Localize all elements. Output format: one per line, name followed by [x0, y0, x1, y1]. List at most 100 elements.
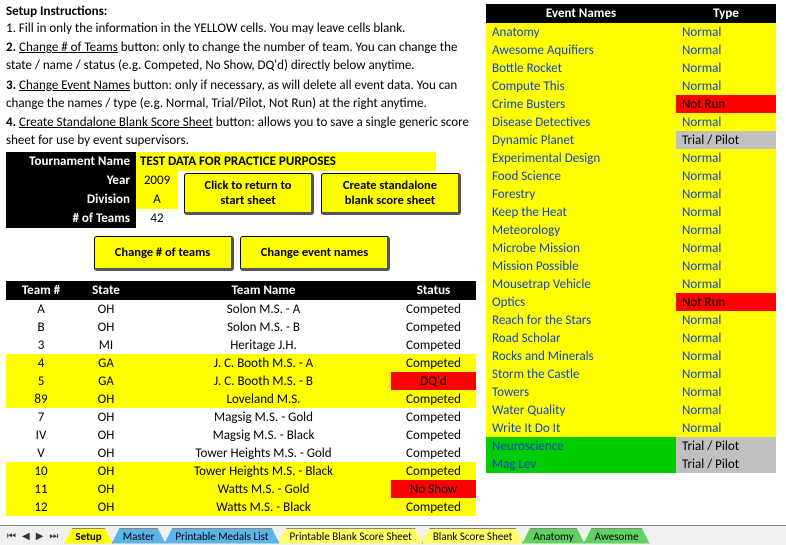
event-name-cell[interactable]: Forestry: [486, 185, 676, 203]
team-name-cell[interactable]: Solon M.S. - B: [136, 318, 391, 336]
tab-prev-icon[interactable]: ◀: [19, 529, 33, 542]
event-type-cell[interactable]: Normal: [676, 311, 776, 329]
team-name-cell[interactable]: Loveland M.S.: [136, 390, 391, 408]
change-events-button[interactable]: Change event names: [240, 236, 390, 271]
team-status-cell[interactable]: Competed: [391, 462, 476, 480]
team-state-cell[interactable]: OH: [76, 480, 136, 498]
event-row[interactable]: AnatomyNormal: [486, 23, 776, 41]
team-status-cell[interactable]: Competed: [391, 444, 476, 462]
event-name-cell[interactable]: Storm the Castle: [486, 365, 676, 383]
tab-setup[interactable]: Setup: [64, 528, 112, 544]
event-type-cell[interactable]: Normal: [676, 329, 776, 347]
team-state-cell[interactable]: OH: [76, 390, 136, 408]
tab-nav[interactable]: ⏮ ◀ ▶ ⏭: [0, 529, 65, 542]
team-state-cell[interactable]: GA: [76, 354, 136, 372]
team-row[interactable]: AOHSolon M.S. - ACompeted: [6, 300, 476, 318]
event-row[interactable]: Reach for the StarsNormal: [486, 311, 776, 329]
event-type-cell[interactable]: Trial / Pilot: [676, 455, 776, 473]
return-button[interactable]: Click to return tostart sheet: [184, 173, 314, 215]
event-type-cell[interactable]: Normal: [676, 203, 776, 221]
event-row[interactable]: ForestryNormal: [486, 185, 776, 203]
team-num-cell[interactable]: 5: [6, 372, 76, 390]
num-teams-cell[interactable]: 42: [136, 209, 178, 228]
event-type-cell[interactable]: Not Run: [676, 293, 776, 311]
event-row[interactable]: Water QualityNormal: [486, 401, 776, 419]
event-type-cell[interactable]: Normal: [676, 239, 776, 257]
team-state-cell[interactable]: OH: [76, 426, 136, 444]
event-name-cell[interactable]: Bottle Rocket: [486, 59, 676, 77]
event-name-cell[interactable]: Meteorology: [486, 221, 676, 239]
team-num-cell[interactable]: V: [6, 444, 76, 462]
team-num-cell[interactable]: 3: [6, 336, 76, 354]
team-status-cell[interactable]: Competed: [391, 354, 476, 372]
event-row[interactable]: Compute ThisNormal: [486, 77, 776, 95]
event-type-cell[interactable]: Normal: [676, 347, 776, 365]
team-state-cell[interactable]: OH: [76, 300, 136, 318]
event-type-cell[interactable]: Normal: [676, 77, 776, 95]
team-num-cell[interactable]: 10: [6, 462, 76, 480]
team-row[interactable]: 7OHMagsig M.S. - GoldCompeted: [6, 408, 476, 426]
event-row[interactable]: Rocks and MineralsNormal: [486, 347, 776, 365]
team-status-cell[interactable]: Competed: [391, 318, 476, 336]
year-cell[interactable]: 2009: [136, 171, 178, 190]
team-name-cell[interactable]: Heritage J.H.: [136, 336, 391, 354]
event-type-cell[interactable]: Normal: [676, 23, 776, 41]
team-row[interactable]: 5GAJ. C. Booth M.S. - BDQ'd: [6, 372, 476, 390]
team-state-cell[interactable]: GA: [76, 372, 136, 390]
team-name-cell[interactable]: Watts M.S. - Black: [136, 498, 391, 516]
tab-next-icon[interactable]: ▶: [33, 529, 47, 542]
team-num-cell[interactable]: 89: [6, 390, 76, 408]
event-name-cell[interactable]: Disease Detectives: [486, 113, 676, 131]
team-name-cell[interactable]: Solon M.S. - A: [136, 300, 391, 318]
team-name-cell[interactable]: Watts M.S. - Gold: [136, 480, 391, 498]
team-name-cell[interactable]: J. C. Booth M.S. - B: [136, 372, 391, 390]
event-type-cell[interactable]: Normal: [676, 275, 776, 293]
event-type-cell[interactable]: Normal: [676, 365, 776, 383]
tab-awesome[interactable]: Awesome: [584, 528, 650, 544]
team-status-cell[interactable]: DQ'd: [391, 372, 476, 390]
team-row[interactable]: 12OHWatts M.S. - BlackCompeted: [6, 498, 476, 516]
team-status-cell[interactable]: Competed: [391, 390, 476, 408]
team-state-cell[interactable]: MI: [76, 336, 136, 354]
event-row[interactable]: Food ScienceNormal: [486, 167, 776, 185]
event-row[interactable]: Mousetrap VehicleNormal: [486, 275, 776, 293]
event-row[interactable]: Storm the CastleNormal: [486, 365, 776, 383]
event-name-cell[interactable]: Experimental Design: [486, 149, 676, 167]
team-name-cell[interactable]: J. C. Booth M.S. - A: [136, 354, 391, 372]
event-name-cell[interactable]: Mousetrap Vehicle: [486, 275, 676, 293]
event-name-cell[interactable]: Road Scholar: [486, 329, 676, 347]
event-row[interactable]: Mag LevTrial / Pilot: [486, 455, 776, 473]
team-num-cell[interactable]: A: [6, 300, 76, 318]
event-type-cell[interactable]: Normal: [676, 419, 776, 437]
event-row[interactable]: Road ScholarNormal: [486, 329, 776, 347]
team-name-cell[interactable]: Tower Heights M.S. - Black: [136, 462, 391, 480]
event-row[interactable]: Mission PossibleNormal: [486, 257, 776, 275]
tournament-name-cell[interactable]: TEST DATA FOR PRACTICE PURPOSES: [136, 152, 436, 171]
tab-blank-score[interactable]: Blank Score Sheet: [422, 528, 524, 544]
tab-anatomy[interactable]: Anatomy: [522, 528, 584, 544]
event-row[interactable]: Experimental DesignNormal: [486, 149, 776, 167]
team-row[interactable]: 4GAJ. C. Booth M.S. - ACompeted: [6, 354, 476, 372]
event-row[interactable]: Keep the HeatNormal: [486, 203, 776, 221]
team-num-cell[interactable]: IV: [6, 426, 76, 444]
team-status-cell[interactable]: No Show: [391, 480, 476, 498]
change-teams-button[interactable]: Change # of teams: [94, 236, 234, 271]
event-type-cell[interactable]: Trial / Pilot: [676, 437, 776, 455]
team-state-cell[interactable]: OH: [76, 462, 136, 480]
team-name-cell[interactable]: Magsig M.S. - Gold: [136, 408, 391, 426]
team-row[interactable]: 11OHWatts M.S. - GoldNo Show: [6, 480, 476, 498]
tab-printable-blank[interactable]: Printable Blank Score Sheet: [278, 528, 422, 544]
team-num-cell[interactable]: 7: [6, 408, 76, 426]
event-type-cell[interactable]: Normal: [676, 113, 776, 131]
team-row[interactable]: 3MIHeritage J.H.Competed: [6, 336, 476, 354]
event-type-cell[interactable]: Trial / Pilot: [676, 131, 776, 149]
event-name-cell[interactable]: Reach for the Stars: [486, 311, 676, 329]
event-name-cell[interactable]: Mag Lev: [486, 455, 676, 473]
event-type-cell[interactable]: Normal: [676, 401, 776, 419]
tab-master[interactable]: Master: [112, 528, 166, 544]
event-name-cell[interactable]: Keep the Heat: [486, 203, 676, 221]
team-state-cell[interactable]: OH: [76, 318, 136, 336]
event-name-cell[interactable]: Rocks and Minerals: [486, 347, 676, 365]
team-row[interactable]: VOHTower Heights M.S. - GoldCompeted: [6, 444, 476, 462]
event-type-cell[interactable]: Normal: [676, 257, 776, 275]
